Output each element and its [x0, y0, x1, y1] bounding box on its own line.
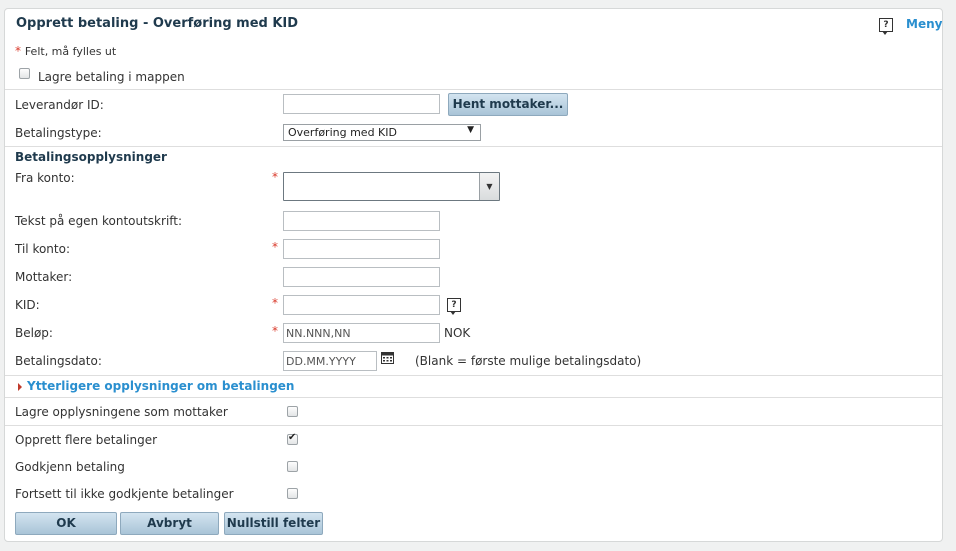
- triangle-right-icon[interactable]: [18, 383, 22, 391]
- section-title: Betalingsopplysninger: [15, 150, 167, 164]
- from-account-label: Fra konto:: [15, 171, 75, 185]
- divider: [5, 375, 942, 376]
- currency-label: NOK: [444, 326, 471, 340]
- create-multiple-checkbox[interactable]: [287, 432, 298, 445]
- help-icon[interactable]: ?: [879, 18, 893, 35]
- divider: [5, 425, 942, 426]
- kid-required: *: [272, 296, 278, 310]
- amount-label: Beløp:: [15, 326, 53, 340]
- cancel-button[interactable]: Avbryt: [120, 512, 219, 535]
- own-statement-text-label: Tekst på egen kontoutskrift:: [15, 214, 183, 228]
- approve-checkbox[interactable]: [287, 461, 298, 472]
- page-title: Opprett betaling - Overføring med KID: [16, 16, 299, 31]
- more-info-link[interactable]: Ytterligere opplysninger om betalingen: [27, 379, 294, 393]
- fetch-recipient-button[interactable]: Hent mottaker...: [448, 93, 568, 116]
- chevron-down-icon: ▼: [467, 125, 474, 135]
- required-note: * Felt, må fylles ut: [15, 44, 116, 58]
- amount-required: *: [272, 324, 278, 338]
- payment-date-input[interactable]: [283, 351, 377, 371]
- chevron-down-icon[interactable]: ▼: [479, 173, 499, 200]
- payment-type-select[interactable]: Overføring med KID ▼: [283, 124, 481, 141]
- kid-help-icon[interactable]: ?: [447, 298, 461, 315]
- to-account-input[interactable]: [283, 239, 440, 259]
- divider: [5, 397, 942, 398]
- supplier-id-input[interactable]: [283, 94, 440, 114]
- reset-fields-button[interactable]: Nullstill felter: [224, 512, 323, 535]
- payment-date-hint: (Blank = første mulige betalingsdato): [415, 354, 642, 368]
- calendar-icon[interactable]: [381, 352, 394, 364]
- menu-link[interactable]: Meny: [906, 17, 942, 31]
- required-note-text: Felt, må fylles ut: [24, 45, 117, 58]
- ok-button[interactable]: OK: [15, 512, 117, 535]
- payment-date-label: Betalingsdato:: [15, 354, 102, 368]
- divider: [5, 89, 942, 90]
- kid-label: KID:: [15, 298, 40, 312]
- kid-input[interactable]: [283, 295, 440, 315]
- amount-input[interactable]: [283, 323, 440, 343]
- recipient-input[interactable]: [283, 267, 440, 287]
- save-as-recipient-label: Lagre opplysningene som mottaker: [15, 405, 228, 419]
- create-multiple-label: Opprett flere betalinger: [15, 433, 158, 447]
- from-account-required: *: [272, 170, 278, 184]
- recipient-label: Mottaker:: [15, 270, 73, 284]
- payment-panel: Opprett betaling - Overføring med KID ? …: [4, 8, 943, 542]
- own-statement-text-input[interactable]: [283, 211, 440, 231]
- continue-unapproved-checkbox[interactable]: [287, 488, 298, 499]
- from-account-select[interactable]: ▼: [283, 172, 500, 201]
- supplier-id-label: Leverandør ID:: [15, 98, 104, 112]
- payment-type-label: Betalingstype:: [15, 126, 102, 140]
- save-to-folder-label: Lagre betaling i mappen: [38, 70, 185, 84]
- continue-unapproved-label: Fortsett til ikke godkjente betalinger: [15, 487, 234, 501]
- to-account-label: Til konto:: [15, 242, 71, 256]
- divider: [5, 146, 942, 147]
- required-star: *: [15, 44, 21, 58]
- payment-type-value: Overføring med KID: [288, 126, 397, 139]
- save-as-recipient-checkbox[interactable]: [287, 406, 298, 417]
- save-to-folder-checkbox[interactable]: [19, 68, 30, 79]
- to-account-required: *: [272, 240, 278, 254]
- approve-label: Godkjenn betaling: [15, 460, 125, 474]
